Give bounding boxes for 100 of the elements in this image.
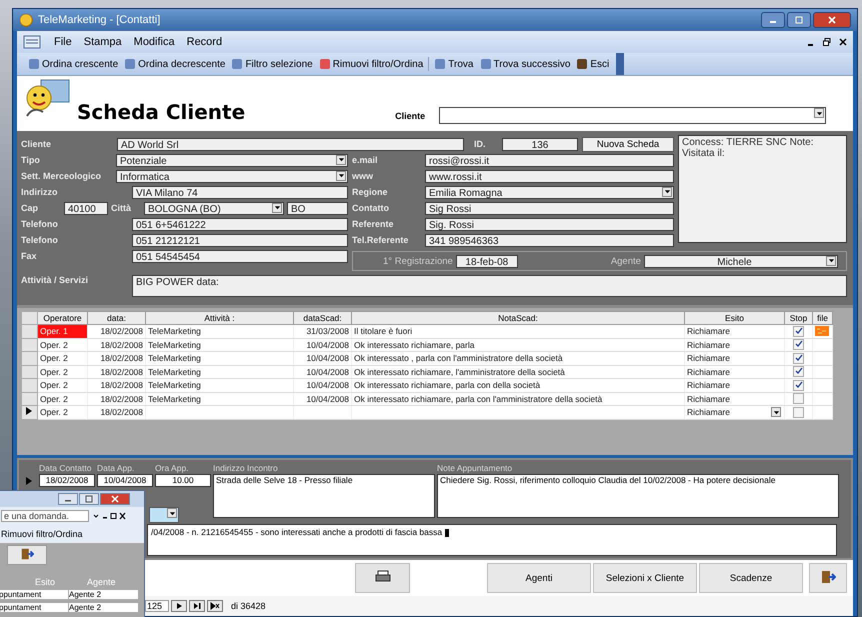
input-field[interactable]: rossi@rossi.it (425, 154, 674, 166)
minimize-button[interactable] (761, 12, 785, 28)
toolbar-button[interactable]: Rimuovi filtro/Ordina (316, 58, 426, 70)
input-field[interactable]: VIA Milano 74 (132, 186, 348, 198)
column-header[interactable]: Attività : (146, 312, 294, 324)
close-icon[interactable] (839, 38, 847, 46)
checkbox[interactable] (793, 326, 804, 337)
play-icon[interactable] (175, 602, 183, 610)
city-dropdown[interactable]: BOLOGNA (BO) (144, 202, 284, 214)
client-dropdown[interactable] (439, 107, 826, 124)
new-record-button[interactable]: Nuova Scheda (582, 136, 674, 152)
input-field[interactable]: 051 21212121 (132, 234, 348, 246)
input-field[interactable]: www.rossi.it (425, 170, 674, 182)
checkbox[interactable] (793, 380, 804, 391)
window-controls-icon[interactable] (93, 512, 127, 520)
dropdown-field[interactable]: Emilia Romagna (425, 186, 674, 198)
text-area[interactable]: BIG POWER data: (132, 275, 847, 297)
dropdown-field[interactable]: Richiamare (687, 407, 782, 418)
input-field[interactable]: Sig. Rossi (425, 218, 674, 230)
notes-field[interactable]: Concess: TIERRE SNC Note: Visitata il: (678, 135, 847, 243)
file-cell[interactable] (812, 392, 832, 406)
column-header[interactable]: dataScad: (294, 312, 352, 324)
agent-dropdown[interactable]: Michele (644, 254, 838, 268)
printer-icon[interactable] (374, 570, 391, 584)
file-cell[interactable] (812, 338, 832, 352)
toolbar-overflow-handle[interactable] (616, 53, 624, 75)
toolbar-button[interactable]: Ordina decrescente (121, 58, 228, 70)
dropdown-field[interactable]: Informatica (116, 170, 348, 182)
menu-item[interactable]: Stampa (78, 36, 127, 48)
address-field[interactable]: Strada delle Selve 18 - Presso filiale (213, 474, 435, 518)
toolbar-icon[interactable] (318, 58, 331, 70)
time-field[interactable]: 10.00 (155, 474, 211, 487)
toolbar-button[interactable]: Ordina crescente (25, 58, 122, 70)
toolbar-button[interactable]: Filtro selezione (228, 58, 316, 70)
file-icon[interactable] (815, 326, 829, 336)
exit-button[interactable] (809, 563, 847, 593)
toolbar-button[interactable]: Trova successivo (476, 58, 574, 70)
new-record-icon[interactable] (210, 602, 220, 610)
input-field[interactable]: AD World Srl (117, 138, 464, 150)
notes-field[interactable]: Chiedere Sig. Rossi, riferimento colloquio Claudia del 10/02/2008 - Ha potere decisionale (437, 474, 839, 518)
close-button[interactable] (813, 12, 851, 28)
toolbar-button[interactable]: Trova (431, 58, 476, 70)
next-record-button[interactable] (171, 600, 187, 612)
help-search-field[interactable]: e una domanda. (1, 510, 89, 522)
checkbox[interactable] (793, 393, 804, 404)
input-field[interactable]: 40100 (64, 202, 108, 214)
last-record-button[interactable] (189, 600, 205, 612)
menu-item[interactable]: File (49, 36, 77, 48)
checkbox[interactable] (793, 339, 804, 350)
column-header[interactable]: Operatore (38, 312, 88, 324)
action-button[interactable]: Agenti (487, 563, 591, 593)
memo-field[interactable]: /04/2008 - n. 21216545455 - sono interessati anche a prodotti di fascia bassa (147, 524, 837, 556)
checkbox[interactable] (793, 352, 804, 364)
input-field[interactable]: BO (287, 202, 348, 214)
dropdown-field[interactable]: Potenziale (116, 154, 348, 166)
file-cell[interactable] (812, 378, 832, 392)
checkbox[interactable] (793, 406, 804, 418)
toolbar-icon[interactable] (576, 58, 588, 70)
column-header[interactable]: NotaScad: (352, 312, 684, 324)
maximize-button[interactable] (787, 12, 811, 28)
record-number-field[interactable]: 125 (145, 600, 169, 612)
file-cell[interactable] (812, 406, 832, 419)
date-field[interactable]: 10/04/2008 (97, 474, 153, 487)
menu-item[interactable]: Record (182, 36, 228, 48)
field-label: Indirizzo (21, 187, 58, 197)
id-field[interactable]: 136 (502, 138, 578, 150)
column-header[interactable]: file (812, 312, 832, 324)
record-selector[interactable] (22, 406, 38, 419)
close-button[interactable] (100, 493, 130, 505)
select-all-cell[interactable] (22, 312, 38, 324)
file-cell[interactable] (812, 324, 832, 338)
maximize-button[interactable] (79, 493, 99, 505)
input-field[interactable]: 341 989546363 (425, 234, 674, 246)
checkbox[interactable] (793, 366, 804, 378)
print-button[interactable] (355, 563, 410, 593)
file-cell[interactable] (812, 365, 832, 378)
input-field[interactable]: 051 6+5461222 (132, 218, 348, 230)
column-header[interactable]: data: (88, 312, 146, 324)
door-arrow-icon[interactable] (20, 546, 34, 560)
door-arrow-icon[interactable] (820, 568, 836, 584)
maximize-icon[interactable] (85, 495, 93, 503)
dropdown-field[interactable] (149, 507, 179, 523)
restore-icon[interactable] (823, 38, 831, 46)
file-cell[interactable] (812, 352, 832, 365)
field-label: Sett. Merceologico (21, 171, 102, 181)
menu-item[interactable]: Modifica (128, 36, 180, 48)
date-field[interactable]: 18/02/2008 (39, 474, 95, 487)
table-cell: Oper. 1 (38, 324, 88, 338)
column-header[interactable]: Esito (684, 312, 784, 324)
minimize-button[interactable] (58, 493, 78, 505)
action-button[interactable]: Scadenze (699, 563, 803, 593)
date-field[interactable]: 18-feb-08 (456, 254, 518, 268)
skip-end-icon[interactable] (193, 602, 201, 610)
new-record-button[interactable] (207, 600, 223, 612)
action-button[interactable]: Selezioni x Cliente (593, 563, 697, 593)
input-field[interactable]: 051 54545454 (132, 250, 348, 262)
column-header[interactable]: Stop (784, 312, 812, 324)
toolbar-button[interactable]: Esci (573, 58, 612, 70)
input-field[interactable]: Sig Rossi (425, 202, 674, 214)
exit-button[interactable] (7, 545, 47, 565)
